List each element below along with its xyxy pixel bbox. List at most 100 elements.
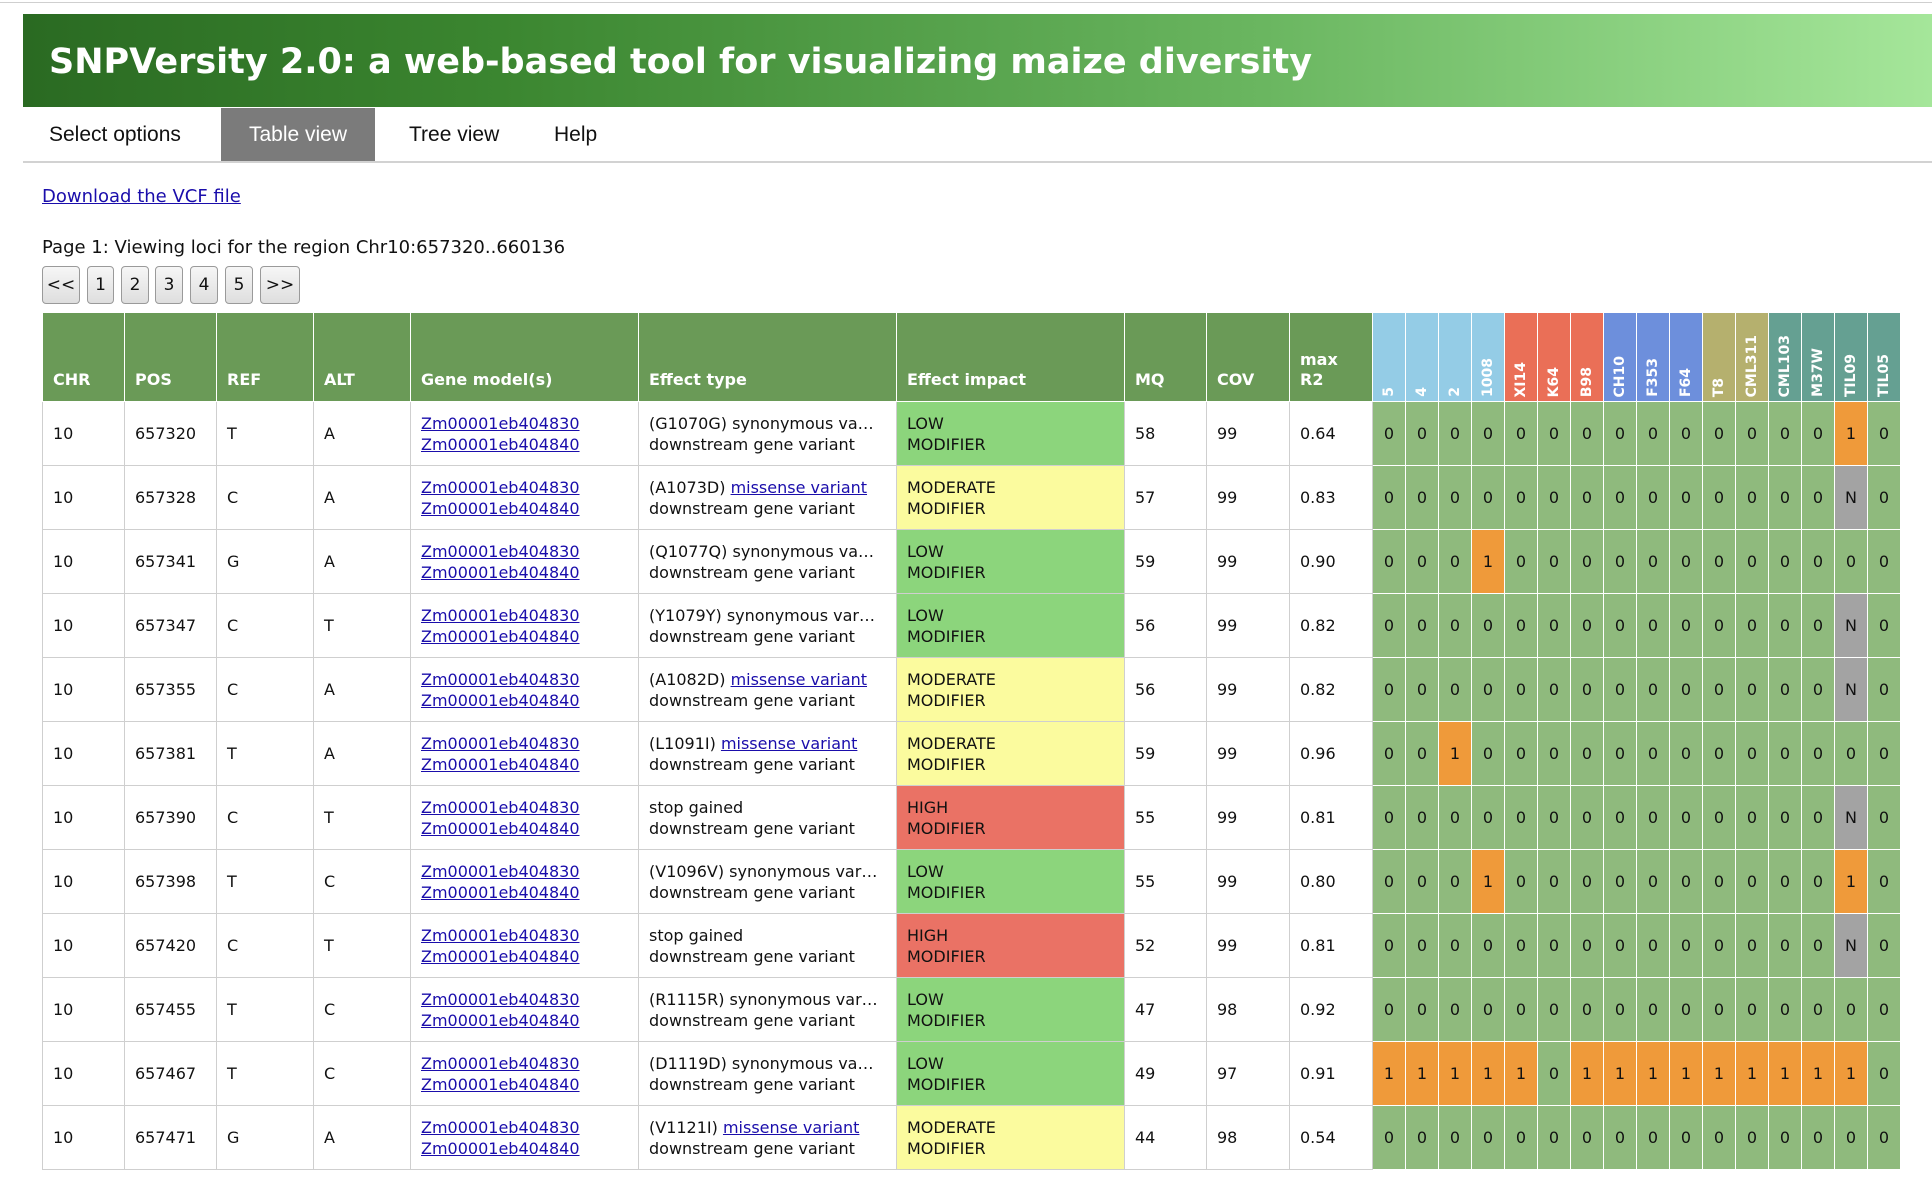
max-r2-cell: 0.83	[1289, 465, 1373, 530]
gene-model-link[interactable]: Zm00001eb404840	[421, 562, 638, 583]
gene-model-link[interactable]: Zm00001eb404840	[421, 818, 638, 839]
gene-model-link[interactable]: Zm00001eb404830	[421, 413, 638, 434]
tab-table-view[interactable]: Table view	[221, 108, 375, 161]
effect-type-line2: downstream gene variant	[649, 946, 855, 966]
gene-model-link[interactable]: Zm00001eb404830	[421, 669, 638, 690]
sample-header[interactable]: F64	[1669, 312, 1703, 402]
effect-type-cell: (A1082D) missense variant downstream gene…	[638, 657, 897, 722]
max-r2-cell: 0.64	[1289, 401, 1373, 466]
pager-last-button[interactable]: >>	[260, 266, 300, 304]
effect-type-link[interactable]: missense variant	[723, 1118, 859, 1137]
pager-page-1-button[interactable]: 1	[87, 266, 114, 304]
sample-header[interactable]: T8	[1702, 312, 1736, 402]
gene-model-link[interactable]: Zm00001eb404840	[421, 1010, 638, 1031]
pos-cell: 657320	[124, 401, 217, 466]
effect-impact-primary: LOW	[907, 541, 944, 561]
col-header-pos[interactable]: POS	[124, 312, 217, 402]
genotype-cell: 0	[1702, 721, 1736, 786]
effect-type-text: (V1121I)	[649, 1117, 718, 1137]
genotype-cell: 0	[1702, 465, 1736, 530]
gene-model-link[interactable]: Zm00001eb404840	[421, 498, 638, 519]
genotype-cell: 0	[1603, 721, 1637, 786]
sample-header[interactable]: B98	[1570, 312, 1604, 402]
sample-header[interactable]: 1008	[1471, 312, 1505, 402]
col-header-alt[interactable]: ALT	[313, 312, 411, 402]
gene-model-link[interactable]: Zm00001eb404840	[421, 946, 638, 967]
gene-model-link[interactable]: Zm00001eb404830	[421, 1117, 638, 1138]
gene-model-link[interactable]: Zm00001eb404840	[421, 1074, 638, 1095]
col-header-ref[interactable]: REF	[216, 312, 314, 402]
sample-header[interactable]: CML103	[1768, 312, 1802, 402]
col-header-effect-type[interactable]: Effect type	[638, 312, 897, 402]
gene-models-cell: Zm00001eb404830 Zm00001eb404840	[410, 657, 639, 722]
gene-model-link[interactable]: Zm00001eb404840	[421, 1138, 638, 1159]
gene-model-link[interactable]: Zm00001eb404840	[421, 690, 638, 711]
effect-impact-cell: MODERATE MODIFIER	[896, 465, 1125, 530]
col-header-max-r2-line1: max	[1300, 350, 1338, 369]
sample-header[interactable]: XI14	[1504, 312, 1538, 402]
effect-type-link[interactable]: missense variant	[731, 478, 867, 497]
col-header-cov[interactable]: COV	[1206, 312, 1290, 402]
effect-type-line1: stop gained	[649, 925, 879, 946]
gene-model-link[interactable]: Zm00001eb404830	[421, 989, 638, 1010]
gene-model-link[interactable]: Zm00001eb404830	[421, 861, 638, 882]
alt-cell: A	[313, 529, 411, 594]
sample-header[interactable]: 4	[1405, 312, 1439, 402]
sample-name: XI14	[1513, 361, 1529, 398]
sample-header[interactable]: CML311	[1735, 312, 1769, 402]
sample-header[interactable]: 2	[1438, 312, 1472, 402]
gene-model-link[interactable]: Zm00001eb404830	[421, 925, 638, 946]
genotype-cell: 0	[1504, 529, 1538, 594]
col-header-effect-impact[interactable]: Effect impact	[896, 312, 1125, 402]
effect-type-cell: (D1119D) synonymous variant downstream ge…	[638, 1041, 897, 1106]
table-row: 10 657455 T C Zm00001eb404830 Zm00001eb404840…	[42, 977, 1901, 1042]
effect-type-text: (D1119D) synonymous variant	[649, 1053, 879, 1073]
genotype-cell: 0	[1372, 465, 1406, 530]
genotype-cell: 0	[1834, 529, 1868, 594]
effect-type-line2: downstream gene variant	[649, 818, 855, 838]
gene-model-link[interactable]: Zm00001eb404840	[421, 882, 638, 903]
gene-models-cell: Zm00001eb404830 Zm00001eb404840	[410, 593, 639, 658]
sample-header[interactable]: F353	[1636, 312, 1670, 402]
gene-model-link[interactable]: Zm00001eb404830	[421, 797, 638, 818]
pos-cell: 657381	[124, 721, 217, 786]
download-vcf-link[interactable]: Download the VCF file	[42, 186, 241, 207]
sample-header[interactable]: 5	[1372, 312, 1406, 402]
gene-model-link[interactable]: Zm00001eb404830	[421, 477, 638, 498]
col-header-chr[interactable]: CHR	[42, 312, 125, 402]
sample-header[interactable]: K64	[1537, 312, 1571, 402]
chr-cell: 10	[42, 465, 125, 530]
pager-first-button[interactable]: <<	[42, 266, 80, 304]
genotype-cell: 0	[1801, 465, 1835, 530]
sample-header[interactable]: TIL05	[1867, 312, 1901, 402]
effect-type-link[interactable]: missense variant	[731, 670, 867, 689]
tab-select-options[interactable]: Select options	[49, 108, 181, 161]
genotype-cell: 0	[1702, 1105, 1736, 1170]
tab-help[interactable]: Help	[554, 108, 597, 161]
gene-model-link[interactable]: Zm00001eb404840	[421, 754, 638, 775]
gene-model-link[interactable]: Zm00001eb404840	[421, 434, 638, 455]
gene-model-link[interactable]: Zm00001eb404830	[421, 541, 638, 562]
genotype-cell: 0	[1636, 401, 1670, 466]
gene-model-link[interactable]: Zm00001eb404830	[421, 605, 638, 626]
sample-header[interactable]: TIL09	[1834, 312, 1868, 402]
pager-page-3-button[interactable]: 3	[155, 266, 183, 304]
tab-tree-view[interactable]: Tree view	[409, 108, 499, 161]
gene-model-link[interactable]: Zm00001eb404830	[421, 1053, 638, 1074]
genotype-cell: 0	[1372, 913, 1406, 978]
gene-models-cell: Zm00001eb404830 Zm00001eb404840	[410, 465, 639, 530]
genotype-cell: 0	[1867, 721, 1901, 786]
effect-type-link[interactable]: missense variant	[721, 734, 857, 753]
col-header-mq[interactable]: MQ	[1124, 312, 1207, 402]
col-header-gene-models[interactable]: Gene model(s)	[410, 312, 639, 402]
sample-header[interactable]: M37W	[1801, 312, 1835, 402]
sample-header[interactable]: CH10	[1603, 312, 1637, 402]
pager-page-2-button[interactable]: 2	[121, 266, 149, 304]
pager-page-5-button[interactable]: 5	[225, 266, 253, 304]
genotype-cell: 0	[1768, 401, 1802, 466]
gene-model-link[interactable]: Zm00001eb404840	[421, 626, 638, 647]
pager-page-4-button[interactable]: 4	[190, 266, 218, 304]
gene-model-link[interactable]: Zm00001eb404830	[421, 733, 638, 754]
col-header-max-r2[interactable]: max R2	[1289, 312, 1373, 402]
effect-impact-primary: LOW	[907, 1053, 944, 1073]
